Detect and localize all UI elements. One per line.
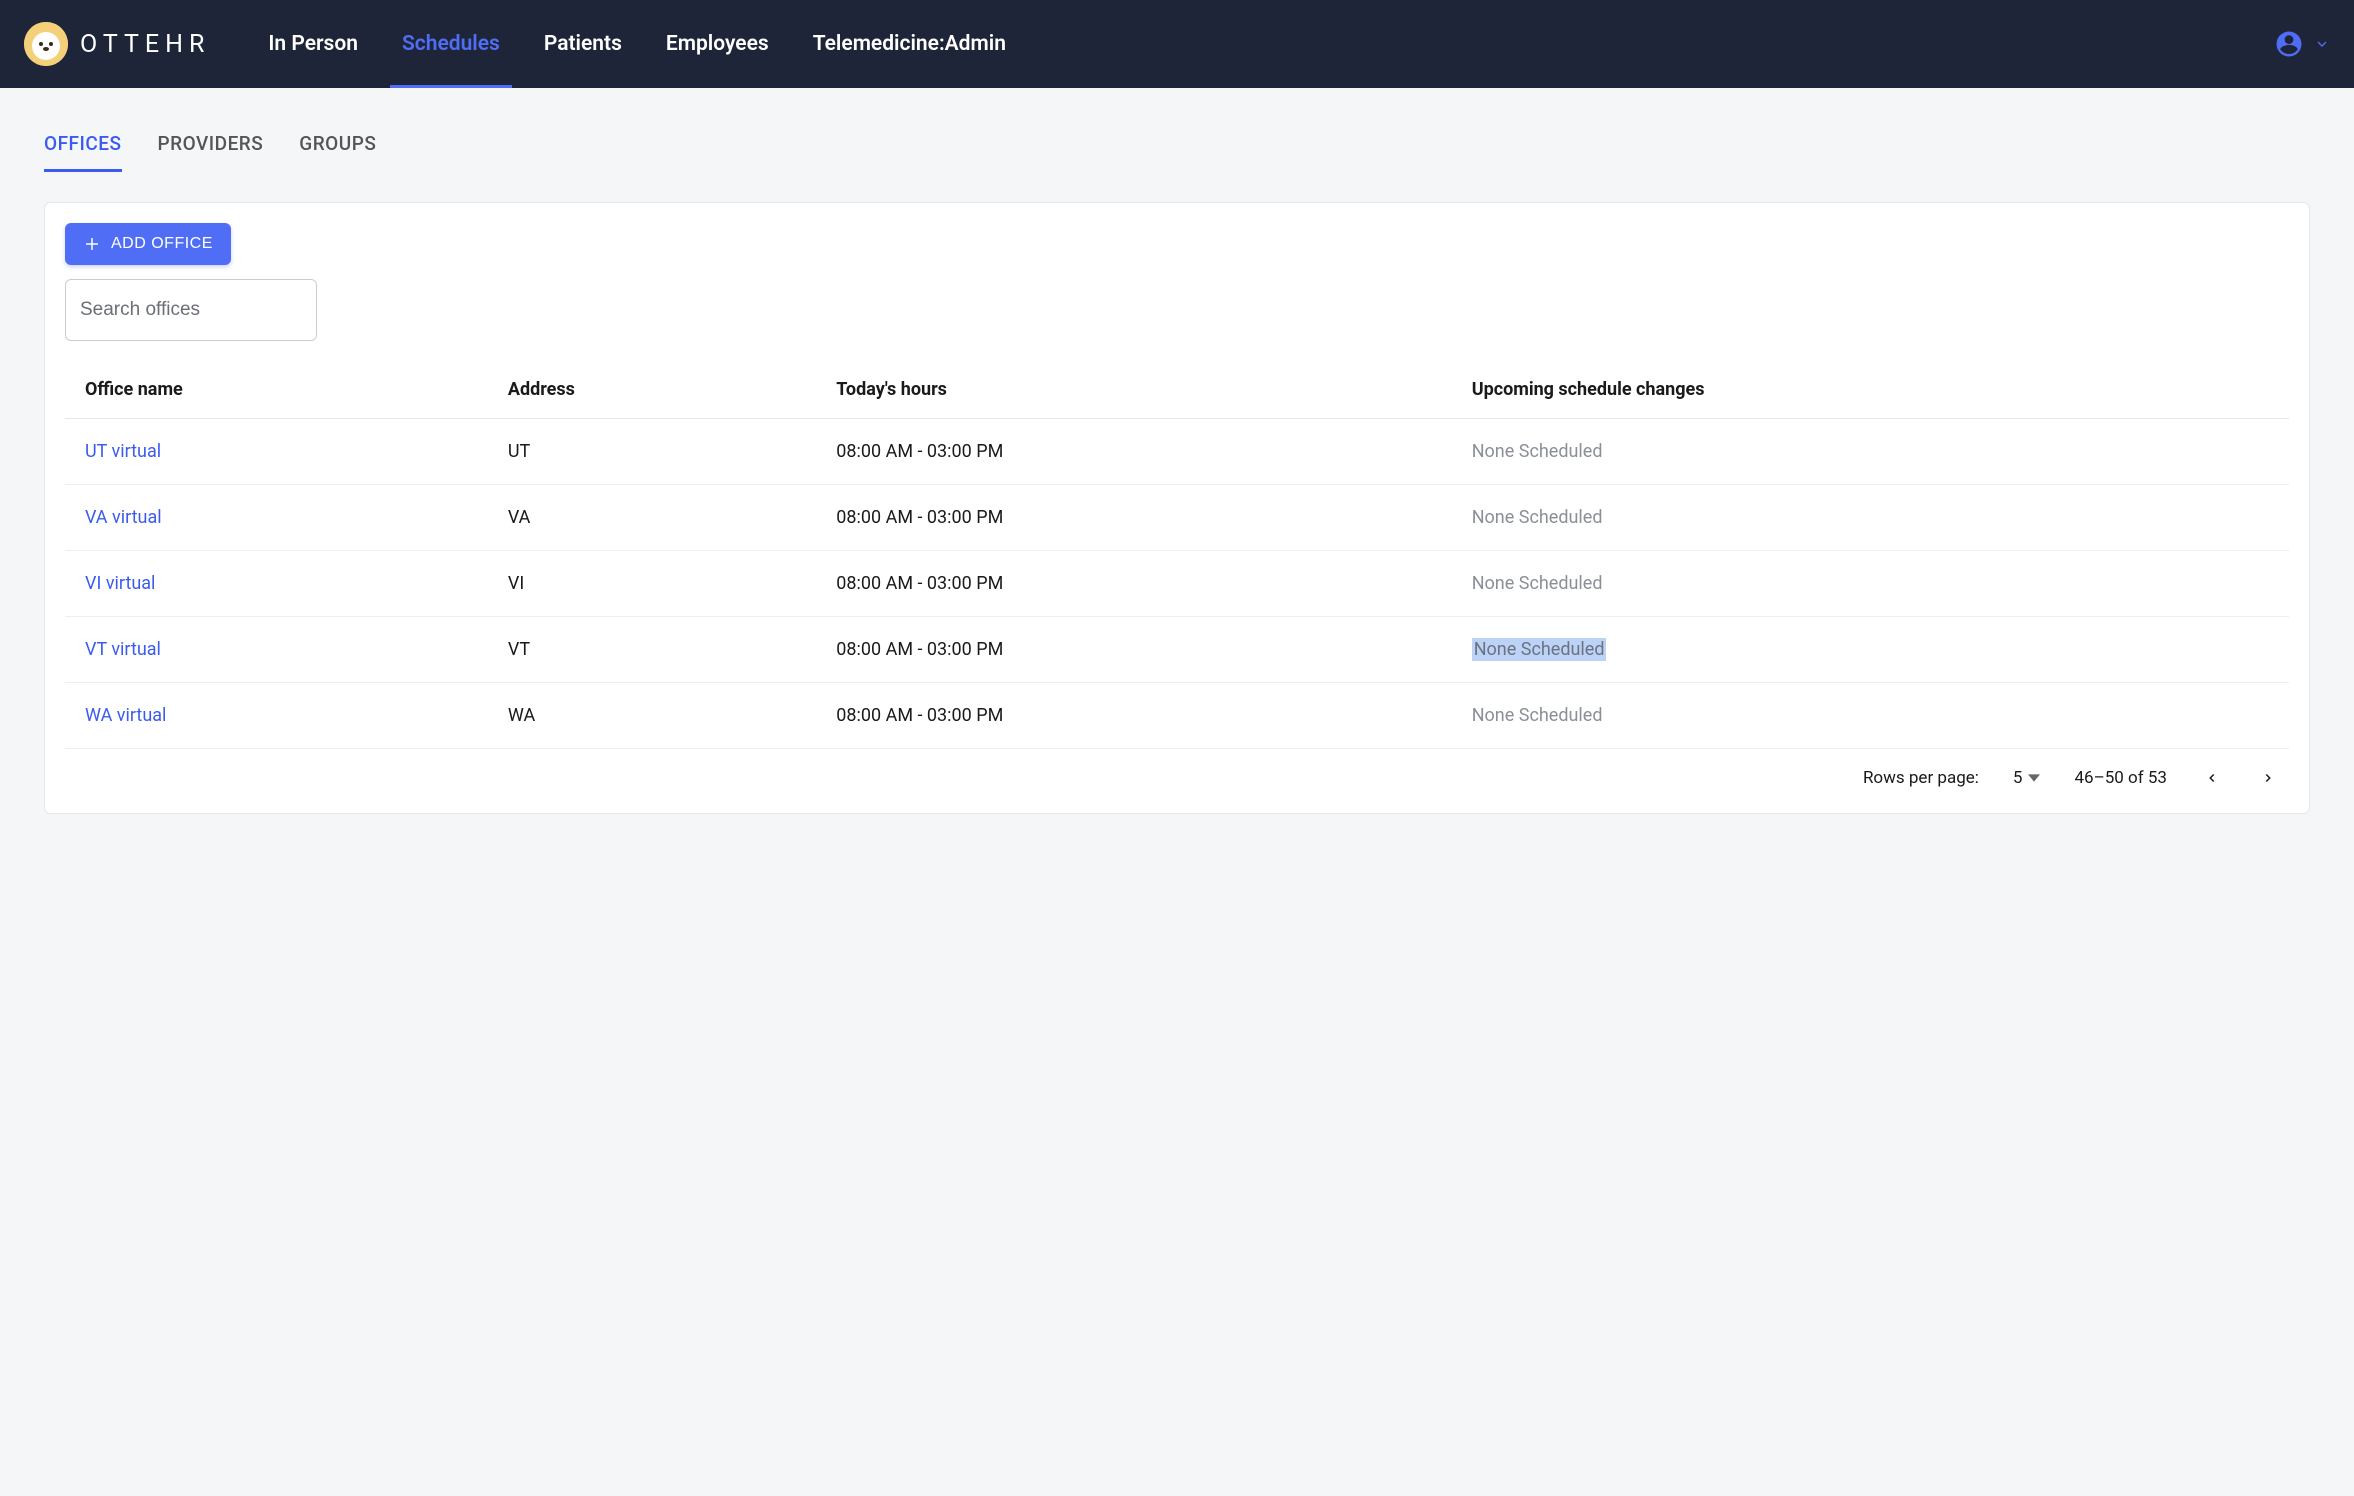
table-row: VA virtualVA08:00 AM - 03:00 PMNone Sche… <box>65 485 2289 551</box>
rows-per-page-label: Rows per page: <box>1863 768 1979 788</box>
table-row: VI virtualVI08:00 AM - 03:00 PMNone Sche… <box>65 551 2289 617</box>
offices-card: ADD OFFICE Office nameAddressToday's hou… <box>44 202 2310 814</box>
tab-offices[interactable]: OFFICES <box>44 132 122 172</box>
column-header: Upcoming schedule changes <box>1452 361 2289 419</box>
tab-groups[interactable]: GROUPS <box>299 132 376 172</box>
table-row: VT virtualVT08:00 AM - 03:00 PMNone Sche… <box>65 617 2289 683</box>
main-nav: In PersonSchedulesPatientsEmployeesTelem… <box>246 0 1028 88</box>
page-content: OFFICES PROVIDERS GROUPS ADD OFFICE Office… <box>0 88 2354 858</box>
topbar-left: OTTEHR In PersonSchedulesPatientsEmploye… <box>24 0 1028 88</box>
table-row: UT virtualUT08:00 AM - 03:00 PMNone Sche… <box>65 419 2289 485</box>
office-address: VI <box>488 551 816 617</box>
office-hours: 08:00 AM - 03:00 PM <box>816 551 1451 617</box>
prev-page-button[interactable] <box>2201 767 2223 789</box>
table-row: WA virtualWA08:00 AM - 03:00 PMNone Sche… <box>65 683 2289 749</box>
pagination-range: 46–50 of 53 <box>2074 768 2167 788</box>
chevron-right-icon <box>2261 771 2275 785</box>
office-hours: 08:00 AM - 03:00 PM <box>816 485 1451 551</box>
pagination: Rows per page: 5 46–50 of 53 <box>65 749 2289 793</box>
next-page-button[interactable] <box>2257 767 2279 789</box>
topbar: OTTEHR In PersonSchedulesPatientsEmploye… <box>0 0 2354 88</box>
search-input[interactable] <box>80 299 325 321</box>
column-header: Office name <box>65 361 488 419</box>
office-hours: 08:00 AM - 03:00 PM <box>816 419 1451 485</box>
column-header: Address <box>488 361 816 419</box>
avatar-icon <box>2274 29 2304 59</box>
office-name-link[interactable]: VA virtual <box>65 485 488 551</box>
office-upcoming: None Scheduled <box>1452 485 2289 551</box>
office-name-link[interactable]: UT virtual <box>65 419 488 485</box>
office-name-link[interactable]: WA virtual <box>65 683 488 749</box>
chevron-left-icon <box>2205 771 2219 785</box>
office-upcoming: None Scheduled <box>1452 617 2289 683</box>
office-address: WA <box>488 683 816 749</box>
dropdown-arrow-icon <box>2028 772 2040 784</box>
column-header: Today's hours <box>816 361 1451 419</box>
add-office-button[interactable]: ADD OFFICE <box>65 223 231 265</box>
add-office-label: ADD OFFICE <box>111 235 213 253</box>
office-upcoming: None Scheduled <box>1452 551 2289 617</box>
schedule-tabs: OFFICES PROVIDERS GROUPS <box>44 132 2310 172</box>
office-address: UT <box>488 419 816 485</box>
office-address: VA <box>488 485 816 551</box>
nav-item-in-person[interactable]: In Person <box>246 0 380 88</box>
nav-item-schedules[interactable]: Schedules <box>380 0 522 88</box>
logo[interactable]: OTTEHR <box>24 22 210 66</box>
nav-item-patients[interactable]: Patients <box>522 0 644 88</box>
user-menu[interactable] <box>2274 29 2330 59</box>
office-upcoming: None Scheduled <box>1452 419 2289 485</box>
brand-name: OTTEHR <box>80 30 210 59</box>
nav-item-telemedicine-admin[interactable]: Telemedicine:Admin <box>791 0 1028 88</box>
office-hours: 08:00 AM - 03:00 PM <box>816 683 1451 749</box>
office-upcoming: None Scheduled <box>1452 683 2289 749</box>
logo-icon <box>24 22 68 66</box>
office-name-link[interactable]: VT virtual <box>65 617 488 683</box>
tab-providers[interactable]: PROVIDERS <box>158 132 264 172</box>
search-offices[interactable] <box>65 279 317 341</box>
plus-icon <box>83 235 101 253</box>
office-name-link[interactable]: VI virtual <box>65 551 488 617</box>
rows-per-page-value: 5 <box>2013 768 2023 788</box>
office-address: VT <box>488 617 816 683</box>
office-hours: 08:00 AM - 03:00 PM <box>816 617 1451 683</box>
chevron-down-icon <box>2314 36 2330 52</box>
rows-per-page-select[interactable]: 5 <box>2013 768 2041 788</box>
nav-item-employees[interactable]: Employees <box>644 0 791 88</box>
offices-table: Office nameAddressToday's hoursUpcoming … <box>65 361 2289 749</box>
